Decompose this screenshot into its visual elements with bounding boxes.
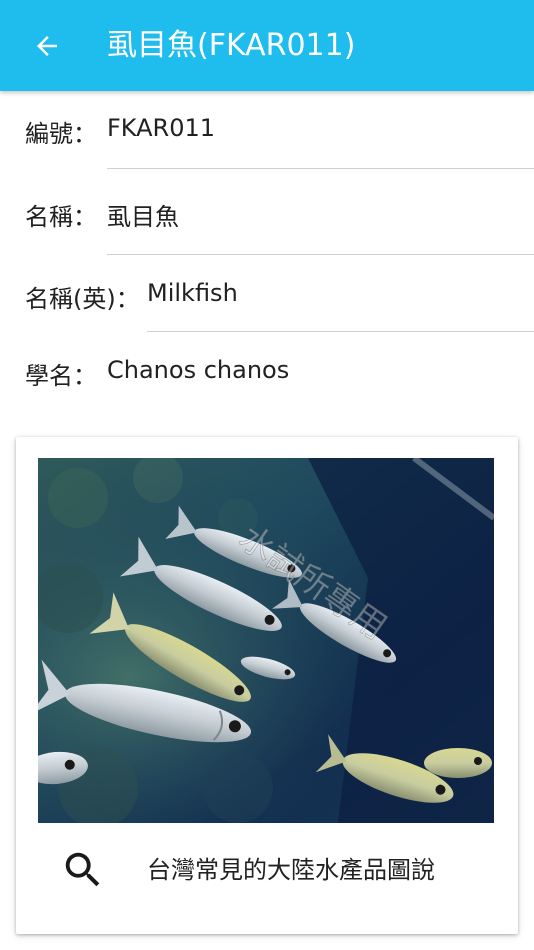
code-label: 編號： <box>25 120 97 148</box>
arrow-back-icon <box>37 36 57 56</box>
name-value: 虱目魚 <box>107 203 179 231</box>
fish-photo-image: 水試所專用 <box>38 458 494 823</box>
name-en-divider <box>147 331 534 332</box>
name-label: 名稱： <box>25 203 97 231</box>
name-en-value: Milkfish <box>147 279 238 307</box>
name-divider <box>107 254 534 255</box>
fish-photo[interactable]: 水試所專用 <box>38 458 494 823</box>
search-button[interactable] <box>60 847 106 893</box>
fish-photo-card: 水試所專用 台灣常見的大陸水產品圖說 <box>16 437 518 934</box>
search-icon <box>65 852 100 887</box>
back-button[interactable] <box>26 26 68 66</box>
scientific-name-label: 學名： <box>25 362 97 390</box>
photo-caption: 台灣常見的大陸水產品圖說 <box>147 856 435 884</box>
name-en-label: 名稱(英)： <box>25 285 140 313</box>
code-value: FKAR011 <box>107 114 216 142</box>
code-divider <box>107 168 534 169</box>
scientific-name-value: Chanos chanos <box>107 356 290 384</box>
page-title: 虱目魚(FKAR011) <box>107 28 356 63</box>
app-bar: 虱目魚(FKAR011) <box>0 0 534 91</box>
